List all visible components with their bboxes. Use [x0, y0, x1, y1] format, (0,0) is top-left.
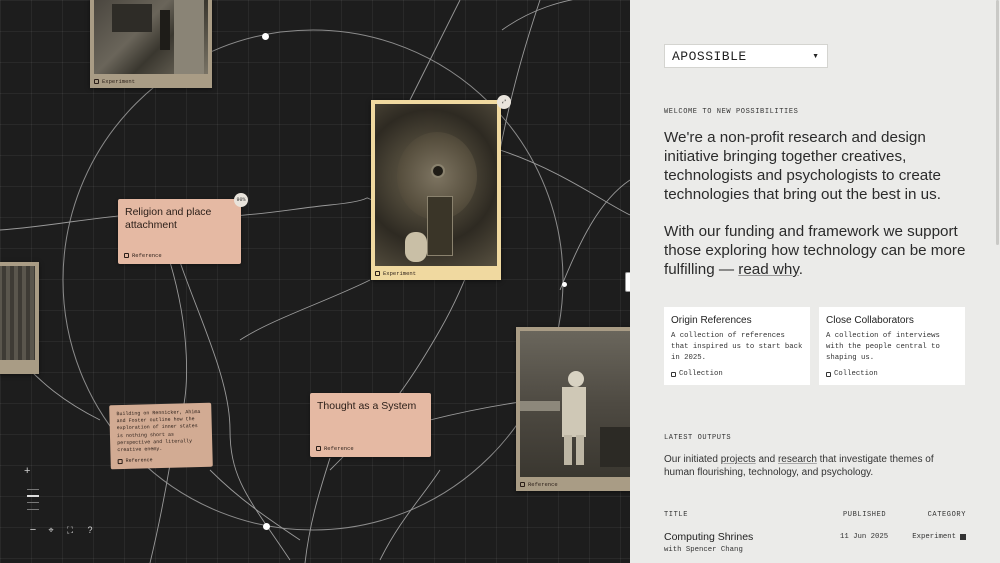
zoom-out-button[interactable]: −: [26, 523, 40, 537]
photo-image: [94, 0, 208, 74]
photo-caption: Experiment: [94, 78, 135, 85]
collection-card-origin[interactable]: Origin References A collection of refere…: [664, 307, 810, 385]
collection-description: A collection of references that inspired…: [671, 332, 803, 362]
photo-image: [520, 331, 630, 477]
note-footer: Reference: [124, 252, 162, 259]
type-icon: [117, 458, 123, 465]
latest-outputs-label: LATEST OUTPUTS: [664, 434, 732, 442]
sidebar-panel: APOSSIBLE ▼ WELCOME TO NEW POSSIBILITIES…: [630, 0, 1000, 563]
expand-icon[interactable]: ⤢: [497, 95, 511, 109]
type-icon: [124, 253, 129, 258]
type-icon: [316, 446, 321, 451]
photo-card-experiment[interactable]: Experiment: [371, 100, 501, 280]
link-line: [429, 401, 521, 421]
brand-logo: APOSSIBLE: [672, 48, 747, 64]
collection-type: Collection: [671, 370, 723, 378]
collection-icon: [671, 371, 676, 377]
link-line: [499, 149, 630, 216]
photo-caption: Experiment: [375, 270, 416, 277]
latest-outputs-description: Our initiated projects and research that…: [664, 454, 934, 478]
photo-card-bottom-right[interactable]: Reference: [516, 327, 630, 491]
photo-card-top-left[interactable]: Experiment: [90, 0, 212, 88]
intro-text: We're a non-profit research and design i…: [664, 129, 941, 203]
welcome-label: WELCOME TO NEW POSSIBILITIES: [664, 108, 799, 116]
percentage-badge: 90%: [234, 193, 248, 207]
row-published: 11 Jun 2025: [840, 533, 889, 541]
link-line: [379, 469, 441, 561]
link-line: [29, 369, 101, 421]
link-line: [559, 179, 630, 291]
type-icon: [375, 271, 380, 276]
type-icon: [520, 482, 525, 487]
note-card-religion[interactable]: Religion and place attachment Reference: [118, 199, 241, 264]
collection-type: Collection: [826, 370, 878, 378]
note-footer: Reference: [316, 445, 354, 452]
photo-caption: Reference: [520, 481, 558, 488]
brand-selector[interactable]: APOSSIBLE ▼: [664, 44, 828, 68]
node-dot[interactable]: [562, 282, 567, 287]
node-dot[interactable]: [263, 523, 270, 530]
fullscreen-icon[interactable]: ⛶: [63, 523, 77, 537]
photo-image: [375, 104, 497, 266]
note-title: Thought as a System: [317, 400, 417, 412]
link-line: [239, 279, 371, 341]
column-header-category[interactable]: CATEGORY: [928, 511, 966, 519]
scrollbar[interactable]: [996, 0, 999, 245]
note-card-thought[interactable]: Thought as a System Reference: [310, 393, 431, 457]
research-link[interactable]: research: [778, 454, 817, 465]
canvas-map[interactable]: Experiment Experiment ⤢ Reference Religi…: [0, 0, 630, 563]
zoom-slider[interactable]: [27, 485, 39, 515]
link-line: [304, 457, 331, 563]
read-why-link[interactable]: read why: [738, 261, 799, 278]
zoom-in-button[interactable]: +: [24, 465, 30, 477]
photo-image: [0, 266, 35, 360]
category-icon: [960, 534, 966, 540]
row-subtitle: with Spencer Chang: [664, 546, 743, 554]
link-line: [501, 0, 573, 31]
node-dot[interactable]: [262, 33, 269, 40]
note-footer: Reference: [117, 457, 153, 465]
help-button[interactable]: ?: [83, 523, 97, 537]
link-line: [209, 469, 301, 541]
funding-text: With our funding and framework we suppor…: [664, 223, 966, 278]
note-body: Building on Rennicker, Ahima and Foster …: [116, 408, 201, 454]
type-icon: [94, 79, 99, 84]
collection-title: Origin References: [671, 315, 752, 326]
column-header-published[interactable]: PUBLISHED: [843, 511, 886, 519]
collection-description: A collection of interviews with the peop…: [826, 332, 940, 362]
row-category: Experiment: [912, 533, 966, 541]
chevron-down-icon: ▼: [812, 52, 819, 60]
note-title: Religion and place attachment: [125, 206, 212, 231]
collection-card-collaborators[interactable]: Close Collaborators A collection of inte…: [819, 307, 965, 385]
projects-link[interactable]: projects: [721, 454, 756, 465]
collection-icon: [826, 371, 831, 377]
collection-title: Close Collaborators: [826, 315, 914, 326]
column-header-title[interactable]: TITLE: [664, 511, 688, 519]
link-line: [409, 0, 461, 101]
note-card-small[interactable]: Building on Rennicker, Ahima and Foster …: [109, 402, 213, 470]
photo-card-left-edge[interactable]: [0, 262, 39, 374]
row-title: Computing Shrines: [664, 531, 754, 543]
locate-icon[interactable]: ⌖: [44, 523, 58, 537]
